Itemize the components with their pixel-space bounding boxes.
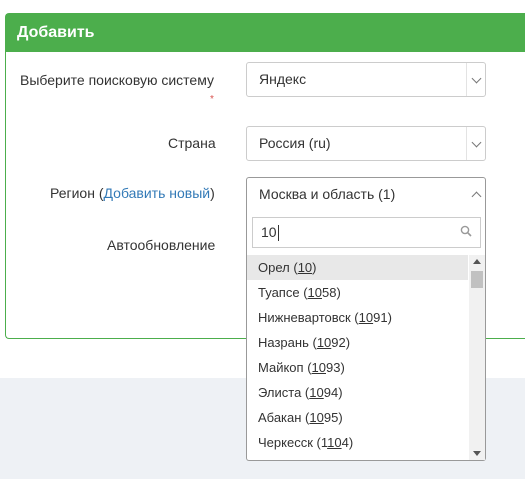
- country-label: Страна: [168, 135, 216, 151]
- region-select-value: Москва и область (1): [259, 186, 396, 202]
- region-dropdown: 10 Орел (10) Туапсе (1058) Нижневартовск (…: [246, 211, 486, 461]
- region-option-code-match: 10: [309, 410, 324, 425]
- region-option[interactable]: Майкоп (1093): [247, 355, 468, 380]
- region-option[interactable]: Черкесск (1104): [247, 430, 468, 455]
- region-option-code-match: 10: [327, 435, 342, 450]
- country-select[interactable]: Россия (ru): [246, 126, 486, 161]
- region-label-prefix: Регион (: [50, 185, 104, 201]
- region-search-value: 10: [261, 224, 277, 240]
- region-option-code-suffix: 95: [323, 410, 339, 425]
- add-region-link[interactable]: Добавить новый: [104, 185, 211, 201]
- region-option-name: Назрань: [258, 335, 309, 350]
- region-option-code-match: 10: [358, 310, 374, 325]
- region-option-name: Элиста: [258, 385, 302, 400]
- region-option-code-suffix: 4: [341, 435, 349, 450]
- chevron-down-icon: [471, 73, 482, 84]
- region-option-code-match: 10: [316, 335, 332, 350]
- chevron-up-icon: [471, 191, 482, 202]
- region-option-code-suffix: 58: [322, 285, 337, 300]
- region-option[interactable]: Абакан (1095): [247, 405, 468, 430]
- scroll-up-icon[interactable]: [473, 259, 481, 264]
- region-option-name: Черкесск: [258, 435, 313, 450]
- region-option-code-suffix: 91: [373, 310, 388, 325]
- required-mark: *: [210, 94, 214, 105]
- region-option[interactable]: Элиста (1094): [247, 380, 468, 405]
- region-select-arrow[interactable]: [467, 178, 485, 211]
- engine-select-value: Яндекс: [259, 71, 307, 87]
- region-option-code-suffix: 92: [331, 335, 346, 350]
- country-select-value: Россия (ru): [259, 135, 331, 151]
- region-search-input[interactable]: 10: [252, 217, 481, 248]
- region-option[interactable]: Орел (10): [247, 255, 468, 280]
- region-select[interactable]: Москва и область (1): [246, 177, 486, 212]
- text-caret: [277, 225, 279, 242]
- region-option-code-match: 10: [309, 385, 324, 400]
- scrollbar-thumb[interactable]: [471, 271, 483, 288]
- region-option[interactable]: Нижневартовск (1091): [247, 305, 468, 330]
- search-icon: [460, 225, 472, 237]
- region-option[interactable]: Туапсе (1058): [247, 280, 468, 305]
- country-select-arrow[interactable]: [466, 127, 485, 160]
- engine-select-arrow[interactable]: [466, 63, 485, 96]
- region-option-name: Абакан: [258, 410, 302, 425]
- region-option-name: Нижневартовск: [258, 310, 351, 325]
- region-label-suffix: ): [210, 185, 215, 201]
- chevron-down-icon: [471, 137, 482, 148]
- region-option-code-match: 10: [297, 260, 313, 275]
- region-options-list: Орел (10) Туапсе (1058) Нижневартовск (109…: [247, 255, 468, 460]
- panel-title: Добавить: [6, 14, 525, 52]
- region-option-name: Орел: [258, 260, 290, 275]
- region-option[interactable]: Назрань (1092): [247, 330, 468, 355]
- scroll-down-icon[interactable]: [473, 451, 481, 456]
- region-option-code-suffix: 93: [326, 360, 341, 375]
- region-option-code-suffix: 94: [323, 385, 339, 400]
- region-label: Регион (Добавить новый): [50, 185, 215, 201]
- dropdown-scrollbar[interactable]: [469, 255, 485, 460]
- engine-select[interactable]: Яндекс: [246, 62, 486, 97]
- region-option-code-match: 10: [311, 360, 326, 375]
- region-option-name: Майкоп: [258, 360, 304, 375]
- region-option-code-match: 10: [307, 285, 322, 300]
- engine-label: Выберите поисковую систему: [20, 72, 215, 88]
- region-option-name: Туапсе: [258, 285, 300, 300]
- autoupdate-label: Автообновление: [107, 237, 216, 253]
